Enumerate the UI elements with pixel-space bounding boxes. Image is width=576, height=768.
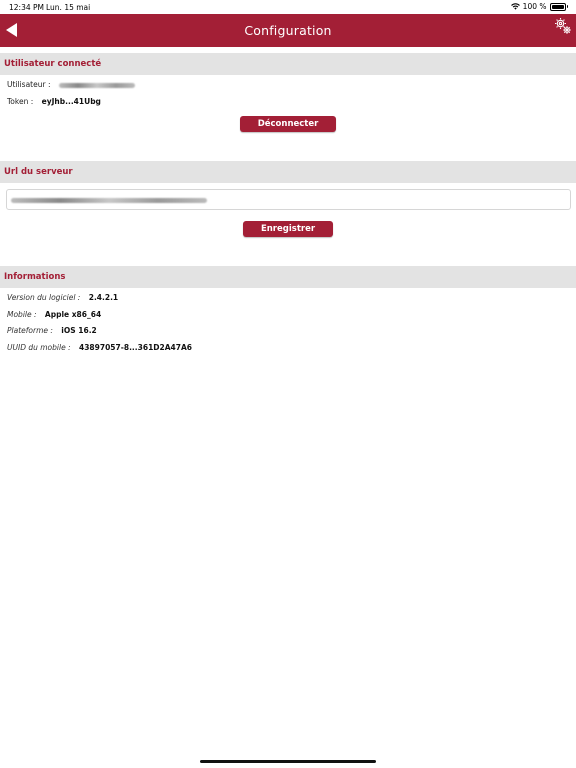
token-row: Token : eyJhb...41Ubg (7, 97, 101, 106)
platform-row: Plateforme : iOS 16.2 (7, 326, 97, 335)
save-button[interactable]: Enregistrer (243, 221, 333, 237)
user-label: Utilisateur : (7, 80, 51, 89)
status-date: Lun. 15 mai (46, 3, 91, 12)
user-row: Utilisateur : (7, 80, 135, 89)
section-title-server: Url du serveur (4, 167, 73, 177)
token-label: Token : (7, 97, 34, 106)
status-right: 100 % (510, 2, 568, 11)
user-value-redacted (58, 82, 135, 88)
nav-bar: Configuration (0, 14, 576, 47)
version-row: Version du logiciel : 2.4.2.1 (7, 293, 118, 302)
home-indicator[interactable] (200, 760, 376, 763)
mobile-row: Mobile : Apple x86_64 (7, 310, 101, 319)
version-label: Version du logiciel : (7, 293, 81, 302)
status-bar: 12:34 PM Lun. 15 mai 100 % (0, 0, 576, 13)
platform-label: Plateforme : (7, 326, 53, 335)
battery-icon (549, 2, 566, 11)
status-time: 12:34 PM (9, 3, 44, 12)
section-header-server: Url du serveur (0, 161, 576, 183)
uuid-row: UUID du mobile : 43897057-8...361D2A47A6 (7, 343, 192, 352)
server-url-input[interactable] (6, 189, 571, 210)
battery-tip (566, 5, 568, 8)
section-title-user: Utilisateur connecté (4, 59, 102, 69)
mobile-label: Mobile : (7, 310, 37, 319)
section-header-info: Informations (0, 266, 576, 288)
section-header-user: Utilisateur connecté (0, 53, 576, 75)
uuid-label: UUID du mobile : (7, 343, 71, 352)
wifi-icon (510, 3, 520, 10)
battery-percent: 100 % (522, 2, 547, 11)
section-title-info: Informations (4, 272, 66, 282)
save-button-label: Enregistrer (260, 224, 316, 234)
mobile-value: Apple x86_64 (44, 310, 102, 319)
gears-icon[interactable] (553, 16, 573, 36)
disconnect-button[interactable]: Déconnecter (240, 116, 336, 132)
version-value: 2.4.2.1 (88, 293, 119, 302)
uuid-value: 43897057-8...361D2A47A6 (79, 343, 192, 352)
server-url-value-redacted (11, 198, 207, 203)
platform-value: iOS 16.2 (61, 326, 97, 335)
token-value: eyJhb...41Ubg (41, 97, 101, 106)
page-title: Configuration (244, 23, 332, 38)
disconnect-button-label: Déconnecter (257, 119, 319, 129)
